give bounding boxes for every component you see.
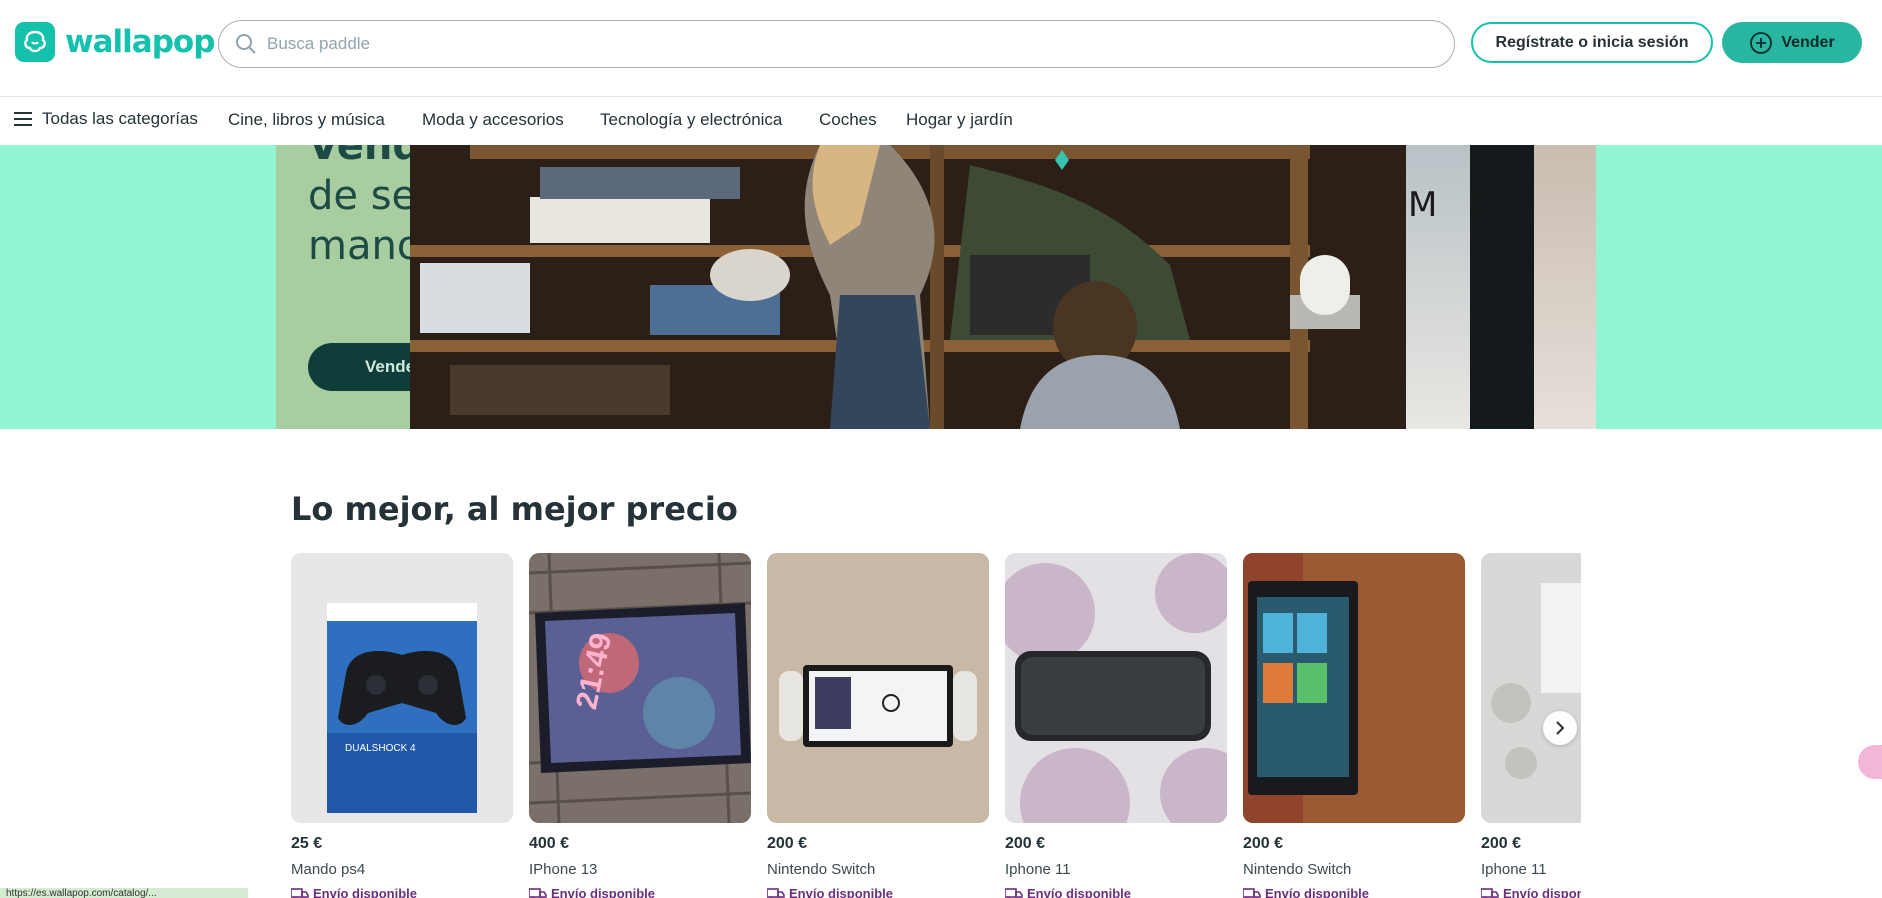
truck-icon [1481, 887, 1499, 898]
shipping-label: Envío disponible [1027, 886, 1132, 898]
hamburger-menu-icon [14, 112, 32, 126]
product-price: 200 € [1243, 835, 1284, 852]
product-price: 400 € [529, 835, 570, 852]
shipping-badge: Envío disponible [767, 886, 989, 898]
product-card[interactable]: 200 € Nintendo Switch Envío disponible [767, 553, 989, 898]
truck-icon [1243, 887, 1261, 898]
wallapop-logo-icon [15, 22, 55, 62]
all-categories-label: Todas las categorías [42, 109, 198, 128]
product-card[interactable]: 200 € Iphone 11 Envío disponible [1005, 553, 1227, 898]
shipping-badge: Envío disponible [1243, 886, 1465, 898]
truck-icon [1005, 887, 1023, 898]
sell-button-label: Vender [1781, 33, 1835, 51]
product-price: 200 € [1481, 835, 1522, 852]
hero-next-slide-text: M C [1408, 185, 1502, 225]
shipping-badge: Envío disponible [1005, 886, 1227, 898]
top-header: wallapop Regístrate o inicia sesión Vend… [0, 0, 1882, 97]
shipping-badge: Envío disponible [291, 886, 513, 898]
product-card[interactable]: DUALSHOCK 4 25 € Mando ps4 Envío disponi… [291, 553, 513, 898]
category-moda-accesorios[interactable]: Moda y accesorios [422, 110, 564, 130]
product-image[interactable]: 21:49 [529, 553, 751, 823]
search-icon [236, 34, 256, 54]
product-price: 25 € [291, 835, 323, 852]
search-input[interactable] [267, 34, 1417, 54]
search-bar[interactable] [218, 20, 1455, 68]
svg-text:DUALSHOCK 4: DUALSHOCK 4 [345, 743, 416, 754]
product-image[interactable]: DUALSHOCK 4 [291, 553, 513, 823]
product-image[interactable] [1005, 553, 1227, 823]
hero-photo-garage-shelves [410, 145, 1406, 429]
all-categories-menu[interactable]: Todas las categorías [14, 109, 198, 129]
shipping-label: Envío disponible [1265, 886, 1370, 898]
product-card[interactable]: 21:49 400 € IPhone 13 Envío disponible [529, 553, 751, 898]
product-price: 200 € [767, 835, 808, 852]
wallapop-logo-text: wallapop [65, 24, 215, 60]
product-title: Nintendo Switch [1243, 861, 1352, 878]
sell-button[interactable]: Vender [1722, 22, 1862, 63]
plus-circle-icon [1750, 31, 1773, 54]
product-title: Iphone 11 [1481, 861, 1547, 878]
product-image[interactable] [1481, 553, 1581, 823]
category-hogar-jardin[interactable]: Hogar y jardín [906, 110, 1013, 130]
product-price: 200 € [1005, 835, 1046, 852]
truck-icon [767, 887, 785, 898]
category-cine-libros-musica[interactable]: Cine, libros y música [228, 110, 385, 130]
chevron-right-icon [1556, 721, 1565, 735]
wallapop-logo[interactable]: wallapop [15, 21, 215, 63]
product-image[interactable] [767, 553, 989, 823]
product-title: Mando ps4 [291, 861, 366, 878]
hero-next-slide-preview-light [1534, 145, 1596, 429]
shipping-label: Envío disponible [1503, 886, 1581, 898]
login-register-button[interactable]: Regístrate o inicia sesión [1471, 22, 1713, 63]
category-tecnologia-electronica[interactable]: Tecnología y electrónica [600, 110, 782, 130]
section-title: Lo mejor, al mejor precio [291, 490, 738, 528]
chat-widget-tab[interactable] [1858, 745, 1882, 779]
product-title: Iphone 11 [1005, 861, 1071, 878]
hero-banner-carousel[interactable]: Vende de se mano Vende M C [0, 145, 1882, 429]
truck-icon [291, 887, 309, 898]
carousel-next-button[interactable] [1543, 711, 1577, 745]
shipping-badge: Envío disponible [529, 886, 751, 898]
shipping-label: Envío disponible [789, 886, 894, 898]
truck-icon [529, 887, 547, 898]
product-title: Nintendo Switch [767, 861, 876, 878]
product-carousel: DUALSHOCK 4 25 € Mando ps4 Envío disponi… [291, 553, 1581, 898]
shipping-label: Envío disponible [551, 886, 656, 898]
product-image[interactable] [1243, 553, 1465, 823]
category-nav: Todas las categorías Cine, libros y músi… [0, 97, 1882, 145]
shipping-badge: Envío disponible [1481, 886, 1581, 898]
category-coches[interactable]: Coches [819, 110, 877, 130]
product-card[interactable]: 200 € Nintendo Switch Envío disponible [1243, 553, 1465, 898]
product-title: IPhone 13 [529, 861, 598, 878]
browser-status-url: https://es.wallapop.com/catalog/... [0, 888, 248, 898]
shipping-label: Envío disponible [313, 886, 418, 898]
